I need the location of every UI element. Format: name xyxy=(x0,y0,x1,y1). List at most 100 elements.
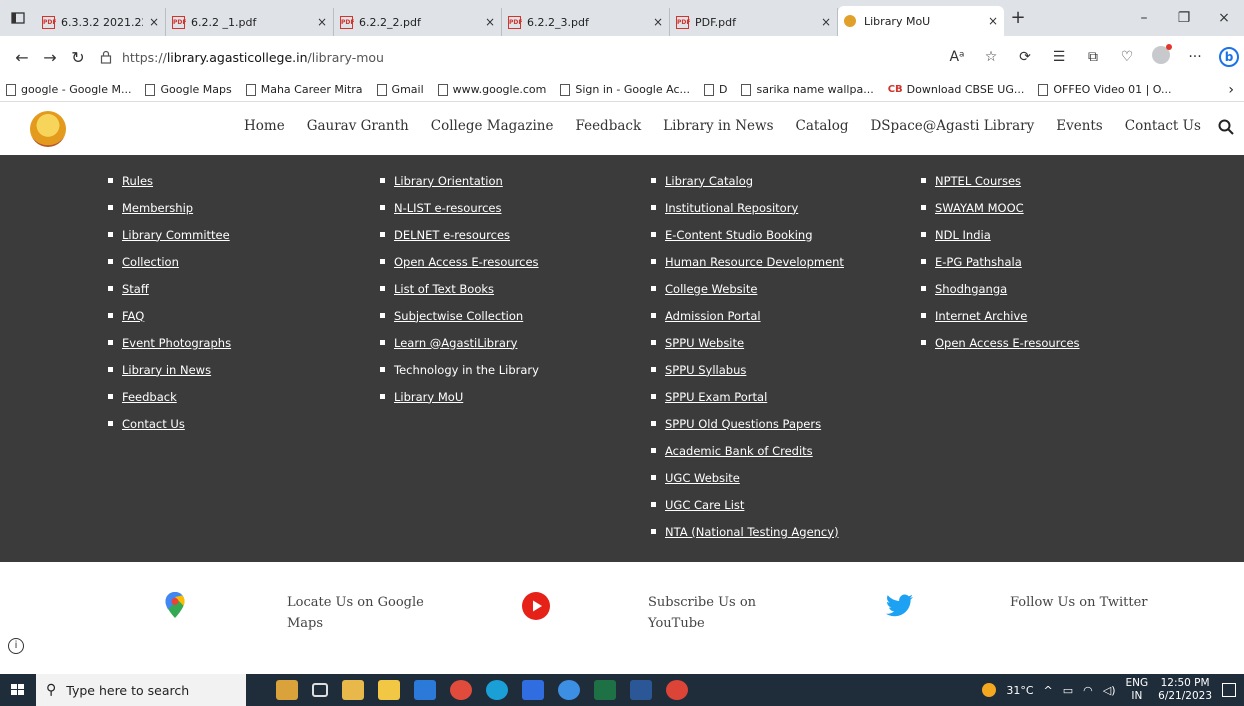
mail-icon[interactable] xyxy=(414,680,436,700)
footer-link[interactable]: SPPU Exam Portal xyxy=(651,383,844,410)
bookmark-item[interactable]: www.google.com xyxy=(437,83,546,96)
footer-link[interactable]: Library Committee xyxy=(108,221,231,248)
footer-link[interactable]: Event Photographs xyxy=(108,329,231,356)
footer-link[interactable]: Admission Portal xyxy=(651,302,844,329)
footer-link[interactable]: N-LIST e-resources xyxy=(380,194,539,221)
nav-item-gaurav-granth[interactable]: Gaurav Granth xyxy=(307,118,409,134)
browser-tab[interactable]: PDF PDF.pdf × xyxy=(670,8,838,36)
windows-start-icon[interactable] xyxy=(0,682,36,698)
footer-link[interactable]: Subjectwise Collection xyxy=(380,302,539,329)
back-icon[interactable]: ← xyxy=(8,48,36,67)
close-tab-icon[interactable]: × xyxy=(149,15,159,29)
footer-link[interactable]: SWAYAM MOOC xyxy=(921,194,1080,221)
footer-link[interactable]: SPPU Website xyxy=(651,329,844,356)
taskbar-search-input[interactable]: ⚲ Type here to search xyxy=(36,674,246,706)
footer-link[interactable]: Shodhganga xyxy=(921,275,1080,302)
refresh-icon[interactable]: ↻ xyxy=(64,48,92,67)
footer-link[interactable]: E-Content Studio Booking xyxy=(651,221,844,248)
search-icon[interactable] xyxy=(1218,119,1234,135)
footer-link[interactable]: Open Access E-resources xyxy=(380,248,539,275)
close-tab-icon[interactable]: × xyxy=(821,15,831,29)
footer-link[interactable]: Rules xyxy=(108,167,231,194)
google-maps-icon[interactable] xyxy=(160,590,190,620)
footer-link[interactable]: E-PG Pathshala xyxy=(921,248,1080,275)
footer-link[interactable]: UGC Website xyxy=(651,464,844,491)
nav-item-home[interactable]: Home xyxy=(244,118,285,134)
bookmark-item[interactable]: google - Google M... xyxy=(6,83,131,96)
twitter-caption[interactable]: Follow Us on Twitter xyxy=(1010,592,1147,613)
bookmark-item[interactable]: D xyxy=(704,83,727,96)
forward-icon[interactable]: → xyxy=(36,48,64,67)
footer-link[interactable]: Membership xyxy=(108,194,231,221)
bookmark-item[interactable]: sarika name wallpa... xyxy=(741,83,874,96)
notifications-icon[interactable] xyxy=(1222,683,1236,697)
footer-link[interactable]: FAQ xyxy=(108,302,231,329)
nav-item-catalog[interactable]: Catalog xyxy=(796,118,849,134)
youtube-icon[interactable] xyxy=(522,592,550,620)
nav-item-feedback[interactable]: Feedback xyxy=(575,118,641,134)
footer-link[interactable]: College Website xyxy=(651,275,844,302)
footer-link[interactable]: NTA (National Testing Agency) xyxy=(651,518,844,545)
close-tab-icon[interactable]: × xyxy=(317,15,327,29)
maps-caption[interactable]: Locate Us on Google Maps xyxy=(287,592,424,634)
bing-chat-icon[interactable]: b xyxy=(1214,47,1244,67)
minimize-icon[interactable]: – xyxy=(1124,10,1164,26)
browser-tab[interactable]: PDF 6.2.2_2.pdf × xyxy=(334,8,502,36)
weather-icon[interactable] xyxy=(982,683,997,697)
footer-link[interactable]: Staff xyxy=(108,275,231,302)
nav-item-college-magazine[interactable]: College Magazine xyxy=(431,118,554,134)
tray-chevron-icon[interactable]: ^ xyxy=(1044,684,1053,697)
bookmark-item[interactable]: CB Download CBSE UG... xyxy=(888,83,1025,96)
bookmark-item[interactable]: Maha Career Mitra xyxy=(245,83,363,96)
footer-link[interactable]: Technology in the Library xyxy=(380,356,539,383)
footer-link[interactable]: Library Orientation xyxy=(380,167,539,194)
footer-link[interactable]: NPTEL Courses xyxy=(921,167,1080,194)
battery-icon[interactable]: ▭ xyxy=(1063,684,1073,697)
window-close-icon[interactable]: × xyxy=(1204,10,1244,26)
tab-actions-button[interactable] xyxy=(0,0,36,36)
chrome-icon[interactable] xyxy=(450,680,472,700)
footer-link[interactable]: SPPU Old Questions Papers xyxy=(651,410,844,437)
footer-link[interactable]: Learn @AgastiLibrary xyxy=(380,329,539,356)
footer-link[interactable]: SPPU Syllabus xyxy=(651,356,844,383)
chrome-profile-icon[interactable] xyxy=(666,680,688,700)
new-tab-button[interactable]: + xyxy=(1004,0,1032,36)
youtube-caption[interactable]: Subscribe Us on YouTube xyxy=(648,592,756,634)
favorite-star-icon[interactable]: ☆ xyxy=(976,49,1006,65)
browser-tab[interactable]: PDF 6.3.3.2 2021.22 Photos × xyxy=(36,8,166,36)
footer-link[interactable]: Institutional Repository xyxy=(651,194,844,221)
more-menu-icon[interactable]: ··· xyxy=(1180,49,1210,65)
footer-link[interactable]: Library in News xyxy=(108,356,231,383)
footer-link[interactable]: List of Text Books xyxy=(380,275,539,302)
nav-item-dspace[interactable]: DSpace@Agasti Library xyxy=(870,118,1034,134)
college-logo[interactable] xyxy=(30,111,66,147)
app-icon[interactable] xyxy=(522,680,544,700)
footer-link[interactable]: Open Access E-resources xyxy=(921,329,1080,356)
footer-link[interactable]: Library Catalog xyxy=(651,167,844,194)
network-icon[interactable]: ◠ xyxy=(1083,684,1093,697)
file-explorer-icon[interactable] xyxy=(378,680,400,700)
extensions-icon[interactable]: ⟳ xyxy=(1010,49,1040,65)
footer-link[interactable]: DELNET e-resources xyxy=(380,221,539,248)
url-field[interactable]: https://library.agasticollege.in/library… xyxy=(100,42,920,72)
excel-icon[interactable] xyxy=(594,680,616,700)
footer-link[interactable]: Library MoU xyxy=(380,383,539,410)
read-aloud-icon[interactable]: Aᵃ xyxy=(942,49,972,65)
photos-icon[interactable] xyxy=(558,680,580,700)
restore-icon[interactable]: ❐ xyxy=(1164,10,1204,26)
clock[interactable]: 12:50 PM 6/21/2023 xyxy=(1158,677,1212,703)
profile-avatar[interactable] xyxy=(1146,44,1176,68)
footer-link[interactable]: Academic Bank of Credits xyxy=(651,437,844,464)
nav-item-library-in-news[interactable]: Library in News xyxy=(663,118,773,134)
footer-link[interactable]: Collection xyxy=(108,248,231,275)
footer-link[interactable]: Internet Archive xyxy=(921,302,1080,329)
edge-icon[interactable] xyxy=(486,680,508,700)
nav-item-contact-us[interactable]: Contact Us xyxy=(1125,118,1201,134)
nav-item-events[interactable]: Events xyxy=(1056,118,1103,134)
store-icon[interactable] xyxy=(342,680,364,700)
bookmark-item[interactable]: Gmail xyxy=(376,83,424,96)
close-tab-icon[interactable]: × xyxy=(653,15,663,29)
weather-temp[interactable]: 31°C xyxy=(1006,684,1033,697)
footer-link[interactable]: NDL India xyxy=(921,221,1080,248)
favorites-icon[interactable]: ☰ xyxy=(1044,49,1074,65)
